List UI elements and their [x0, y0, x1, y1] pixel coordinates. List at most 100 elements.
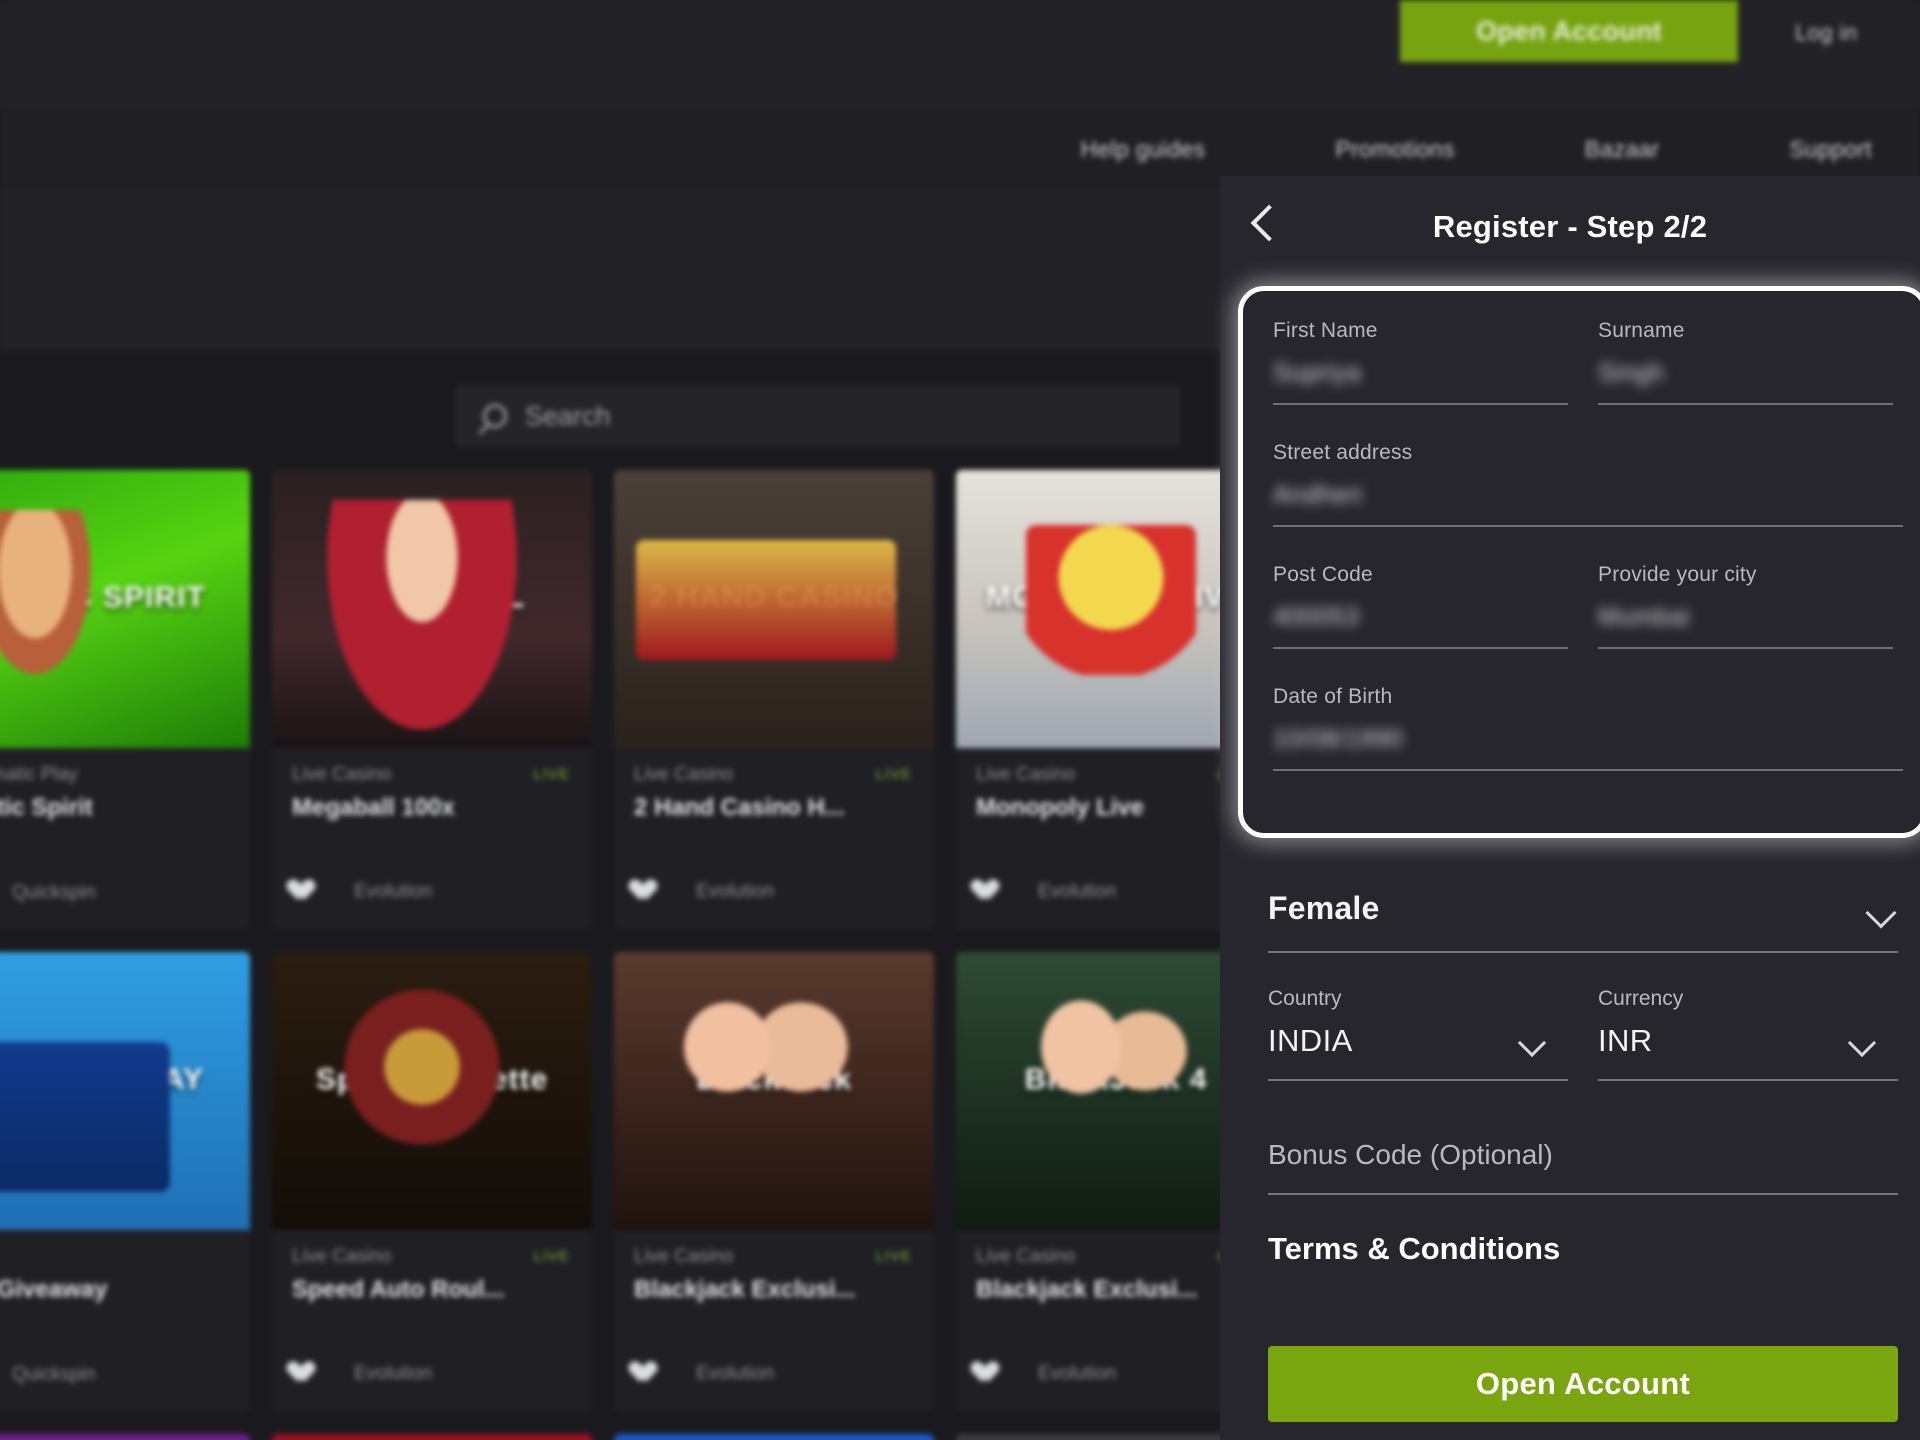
live-badge: LIVE	[875, 1248, 912, 1265]
game-provider: Evolution	[696, 1363, 775, 1384]
top-bar: Open Account Log in	[0, 0, 1920, 108]
first-name-field[interactable]: First Name Supriya	[1273, 319, 1568, 415]
street-address-value: Andheri	[1273, 481, 1363, 509]
game-card-footer: Evolution	[976, 880, 1116, 904]
game-thumbnail: MYSTIC SPIRIT	[0, 470, 250, 748]
game-category: Pragmatic Play	[0, 764, 78, 785]
app-root: Open Account Log in Help guides Promotio…	[0, 0, 1920, 1440]
bonus-code-placeholder: Bonus Code (Optional)	[1268, 1139, 1553, 1170]
nav-item-bazaar[interactable]: Bazaar	[1585, 136, 1660, 163]
street-address-field[interactable]: Street address Andheri	[1273, 441, 1903, 537]
game-thumbnail	[272, 1434, 592, 1440]
city-value: Mumbai	[1598, 603, 1690, 631]
game-title: Megaball 100x	[292, 794, 455, 821]
search-icon	[483, 404, 507, 428]
game-meta: Live Casino Megaball 100x	[272, 748, 592, 822]
game-art-text: 100 GIVEAWAY	[0, 1063, 204, 1097]
game-thumbnail	[614, 1434, 934, 1440]
register-panel: Register - Step 2/2 First Name Supriya S…	[1220, 176, 1920, 1440]
game-meta: Slots 100 Giveaway	[0, 1230, 250, 1304]
game-card[interactable]: 2 HAND CASINO Live Casino 2 Hand Casino H.…	[614, 470, 934, 930]
game-meta: Live Casino 2 Hand Casino H...	[614, 748, 934, 822]
register-panel-header: Register - Step 2/2	[1220, 176, 1920, 278]
game-provider: Evolution	[696, 881, 775, 902]
live-badge: LIVE	[533, 766, 570, 783]
game-provider: Evolution	[1038, 881, 1117, 902]
date-of-birth-value: 10/08/1990	[1273, 725, 1404, 753]
street-address-label: Street address	[1273, 441, 1413, 464]
game-card-footer: Evolution	[634, 1362, 774, 1386]
first-name-underline	[1273, 403, 1568, 405]
heart-icon[interactable]	[292, 1362, 318, 1386]
game-meta: Pragmatic Play Mystic Spirit	[0, 748, 250, 822]
nav-item-support[interactable]: Support	[1789, 136, 1872, 163]
game-meta: Live Casino Speed Auto Roul...	[272, 1230, 592, 1304]
open-account-top-button[interactable]: Open Account	[1400, 0, 1738, 62]
login-link[interactable]: Log in	[1795, 20, 1857, 46]
game-card[interactable]: SlotsStarburstNetEnt	[614, 1434, 934, 1440]
game-thumbnail: BlackJack	[614, 952, 934, 1230]
game-art-text: Speed Roulette	[315, 1063, 549, 1097]
game-category: Live Casino	[634, 764, 734, 785]
post-code-label: Post Code	[1273, 563, 1373, 586]
heart-icon[interactable]	[976, 880, 1002, 904]
currency-select[interactable]: Currency INR	[1598, 987, 1898, 1081]
game-meta: Live Casino Blackjack Exclusi...	[614, 1230, 934, 1304]
date-of-birth-field[interactable]: Date of Birth 10/08/1990	[1273, 685, 1903, 781]
country-underline	[1268, 1079, 1568, 1081]
bonus-code-field[interactable]: Bonus Code (Optional)	[1268, 1139, 1898, 1195]
game-art-text: MEGA BALL	[338, 581, 526, 615]
game-title: Blackjack Exclusi...	[976, 1276, 1198, 1303]
city-field[interactable]: Provide your city Mumbai	[1598, 563, 1893, 659]
heart-icon[interactable]	[292, 880, 318, 904]
surname-value: Singh	[1598, 359, 1665, 387]
heart-icon[interactable]	[976, 1362, 1002, 1386]
heart-icon[interactable]	[634, 880, 660, 904]
open-account-submit-button[interactable]: Open Account	[1268, 1346, 1898, 1422]
street-address-underline	[1273, 525, 1903, 527]
game-provider: Evolution	[354, 881, 433, 902]
game-card[interactable]: SlotsFire JokerPlay'n GO	[272, 1434, 592, 1440]
surname-label: Surname	[1598, 319, 1685, 342]
first-name-label: First Name	[1273, 319, 1378, 342]
game-provider: Quickspin	[12, 1364, 96, 1385]
city-underline	[1598, 647, 1893, 649]
currency-label: Currency	[1598, 987, 1684, 1010]
game-category: Live Casino	[634, 1246, 734, 1267]
currency-underline	[1598, 1079, 1898, 1081]
game-card[interactable]: SlotsBook of DeadPlay'n GO	[0, 1434, 250, 1440]
game-title: 2 Hand Casino H...	[634, 794, 845, 821]
game-category: Slots	[0, 1246, 230, 1268]
terms-and-conditions-heading[interactable]: Terms & Conditions	[1268, 1231, 1898, 1267]
game-card-footer: Evolution	[976, 1362, 1116, 1386]
nav-item-help-guides[interactable]: Help guides	[1081, 136, 1206, 163]
search-placeholder: Search	[525, 400, 611, 431]
gender-value: Female	[1268, 890, 1380, 926]
surname-field[interactable]: Surname Singh	[1598, 319, 1893, 415]
game-category: Live Casino	[292, 764, 392, 785]
game-card[interactable]: MEGA BALL Live Casino Megaball 100x LIVE Evo…	[272, 470, 592, 930]
register-lower-section: Female Country INDIA Currency INR Bonus …	[1238, 866, 1920, 1267]
game-card[interactable]: Speed Roulette Live Casino Speed Auto Roul…	[272, 952, 592, 1412]
game-title: Speed Auto Roul...	[292, 1276, 505, 1303]
game-card[interactable]: MYSTIC SPIRIT Pragmatic Play Mystic Spirit…	[0, 470, 250, 930]
game-thumbnail: MEGA BALL	[272, 470, 592, 748]
game-card-footer: Evolution	[634, 880, 774, 904]
heart-icon[interactable]	[634, 1362, 660, 1386]
chevron-left-icon[interactable]	[1250, 204, 1288, 242]
gender-select[interactable]: Female	[1268, 866, 1898, 953]
game-card[interactable]: 100 GIVEAWAY Slots 100 Giveaway Quickspin	[0, 952, 250, 1412]
game-title: Blackjack Exclusi...	[634, 1276, 856, 1303]
country-select[interactable]: Country INDIA	[1268, 987, 1568, 1081]
post-code-underline	[1273, 647, 1568, 649]
surname-underline	[1598, 403, 1893, 405]
gender-underline	[1268, 951, 1898, 953]
search-input[interactable]: Search	[455, 385, 1180, 447]
country-label: Country	[1268, 987, 1342, 1010]
country-currency-row: Country INDIA Currency INR	[1268, 987, 1898, 1081]
live-badge: LIVE	[875, 766, 912, 783]
post-code-field[interactable]: Post Code 400053	[1273, 563, 1568, 659]
game-card[interactable]: BlackJack Live Casino Blackjack Exclusi...…	[614, 952, 934, 1412]
game-provider: Evolution	[354, 1363, 433, 1384]
nav-item-promotions[interactable]: Promotions	[1335, 136, 1454, 163]
